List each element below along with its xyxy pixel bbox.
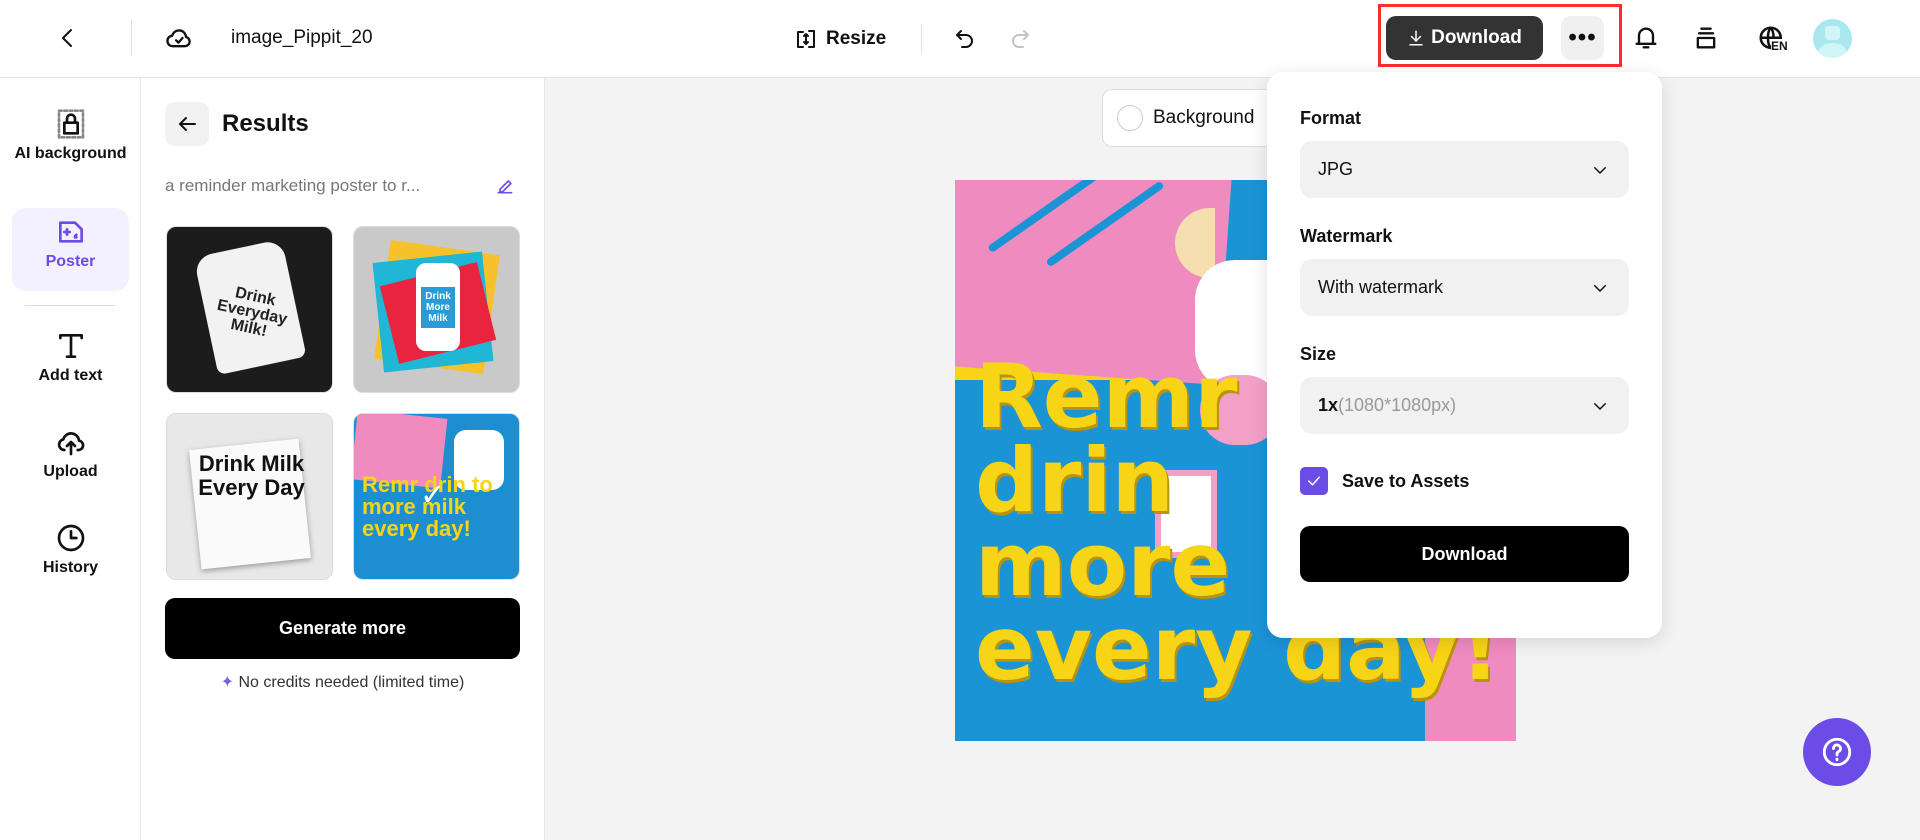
selected-check-icon: ✓ <box>420 479 446 512</box>
sidebar-item-label: Add text <box>38 367 103 384</box>
bell-icon[interactable] <box>1630 22 1662 54</box>
background-button[interactable]: Background <box>1102 89 1292 147</box>
chevron-down-icon <box>1591 161 1609 179</box>
resize-button[interactable]: Resize <box>794 22 886 56</box>
divider <box>131 20 132 56</box>
top-bar: image_Pippit_20 Resize Download ••• EN <box>0 0 1920 78</box>
results-back-button[interactable] <box>165 102 209 146</box>
resize-label: Resize <box>826 28 887 49</box>
generate-more-button[interactable]: Generate more <box>165 598 520 659</box>
resize-icon <box>794 27 818 51</box>
sidebar-item-upload[interactable]: Upload <box>12 418 129 482</box>
help-button[interactable] <box>1803 718 1871 786</box>
download-label: Download <box>1431 27 1522 48</box>
chevron-down-icon <box>1591 279 1609 297</box>
sidebar-item-ai-background[interactable]: AI background <box>12 100 129 164</box>
watermark-label: Watermark <box>1300 226 1393 246</box>
credits-note: ✦ No credits needed (limited time) <box>165 672 520 692</box>
cloud-saved-icon[interactable] <box>163 22 195 54</box>
chevron-down-icon <box>1591 397 1609 415</box>
download-options-panel: Format JPG Watermark With watermark Size… <box>1267 72 1662 638</box>
upload-icon <box>55 426 87 458</box>
credits-note-text: No credits needed (limited time) <box>238 674 465 691</box>
sidebar-item-label: AI background <box>14 145 127 162</box>
language-badge: EN <box>1771 39 1788 53</box>
thumbnail-text: Drink More Milk <box>421 286 455 328</box>
back-chevron-icon[interactable] <box>52 22 84 54</box>
size-detail: (1080*1080px) <box>1338 395 1457 415</box>
format-select[interactable]: JPG <box>1300 141 1629 198</box>
background-color-swatch <box>1117 105 1143 131</box>
format-label: Format <box>1300 108 1362 128</box>
watermark-select[interactable]: With watermark <box>1300 259 1629 316</box>
background-label: Background <box>1153 107 1255 128</box>
sidebar-item-history[interactable]: History <box>12 514 129 578</box>
tool-sidebar: AI background Poster Add text Upload His… <box>0 78 141 840</box>
result-thumbnail[interactable]: Drink Milk Every Day <box>166 413 333 580</box>
results-title: Results <box>222 110 309 137</box>
size-value: 1x <box>1318 395 1339 415</box>
ai-background-icon <box>55 108 87 140</box>
poster-icon <box>55 216 87 248</box>
download-button[interactable]: Download <box>1386 16 1543 60</box>
sidebar-item-poster[interactable]: Poster <box>12 208 129 291</box>
size-label: Size <box>1300 344 1337 364</box>
layers-icon[interactable] <box>1690 22 1722 54</box>
result-thumbnail-selected[interactable]: Remr drin to more milk every day! ✓ <box>353 413 520 580</box>
history-icon <box>55 522 87 554</box>
save-to-assets-label: Save to Assets <box>1342 470 1470 491</box>
divider <box>921 24 922 54</box>
sidebar-item-label: Poster <box>45 253 96 270</box>
edit-pencil-icon[interactable] <box>493 174 517 198</box>
language-globe-icon[interactable]: EN <box>1753 20 1791 58</box>
result-thumbnail[interactable]: Drink More Milk <box>353 226 520 393</box>
sidebar-item-label: Upload <box>43 463 98 480</box>
sidebar-item-label: History <box>42 559 99 576</box>
download-icon <box>1407 29 1425 47</box>
format-value: JPG <box>1318 159 1354 179</box>
redo-icon[interactable] <box>1005 24 1035 54</box>
result-thumbnail[interactable]: Drink Everyday Milk! <box>166 226 333 393</box>
size-select[interactable]: 1x(1080*1080px) <box>1300 377 1629 434</box>
watermark-value: With watermark <box>1318 277 1444 297</box>
file-name[interactable]: image_Pippit_20 <box>231 27 373 49</box>
text-icon <box>55 330 87 362</box>
divider <box>25 305 115 306</box>
save-to-assets-checkbox[interactable] <box>1300 467 1328 495</box>
more-options-icon[interactable]: ••• <box>1561 16 1604 60</box>
confirm-download-button[interactable]: Download <box>1300 526 1629 582</box>
undo-icon[interactable] <box>950 24 980 54</box>
prompt-text: a reminder marketing poster to r... <box>165 176 421 195</box>
sparkle-icon: ✦ <box>220 674 235 691</box>
thumbnail-text: Drink Milk Every Day <box>198 451 305 500</box>
save-to-assets-row[interactable]: Save to Assets <box>1300 467 1629 495</box>
avatar[interactable] <box>1813 19 1852 58</box>
sidebar-item-add-text[interactable]: Add text <box>12 322 129 386</box>
results-panel: Results a reminder marketing poster to r… <box>141 78 545 840</box>
